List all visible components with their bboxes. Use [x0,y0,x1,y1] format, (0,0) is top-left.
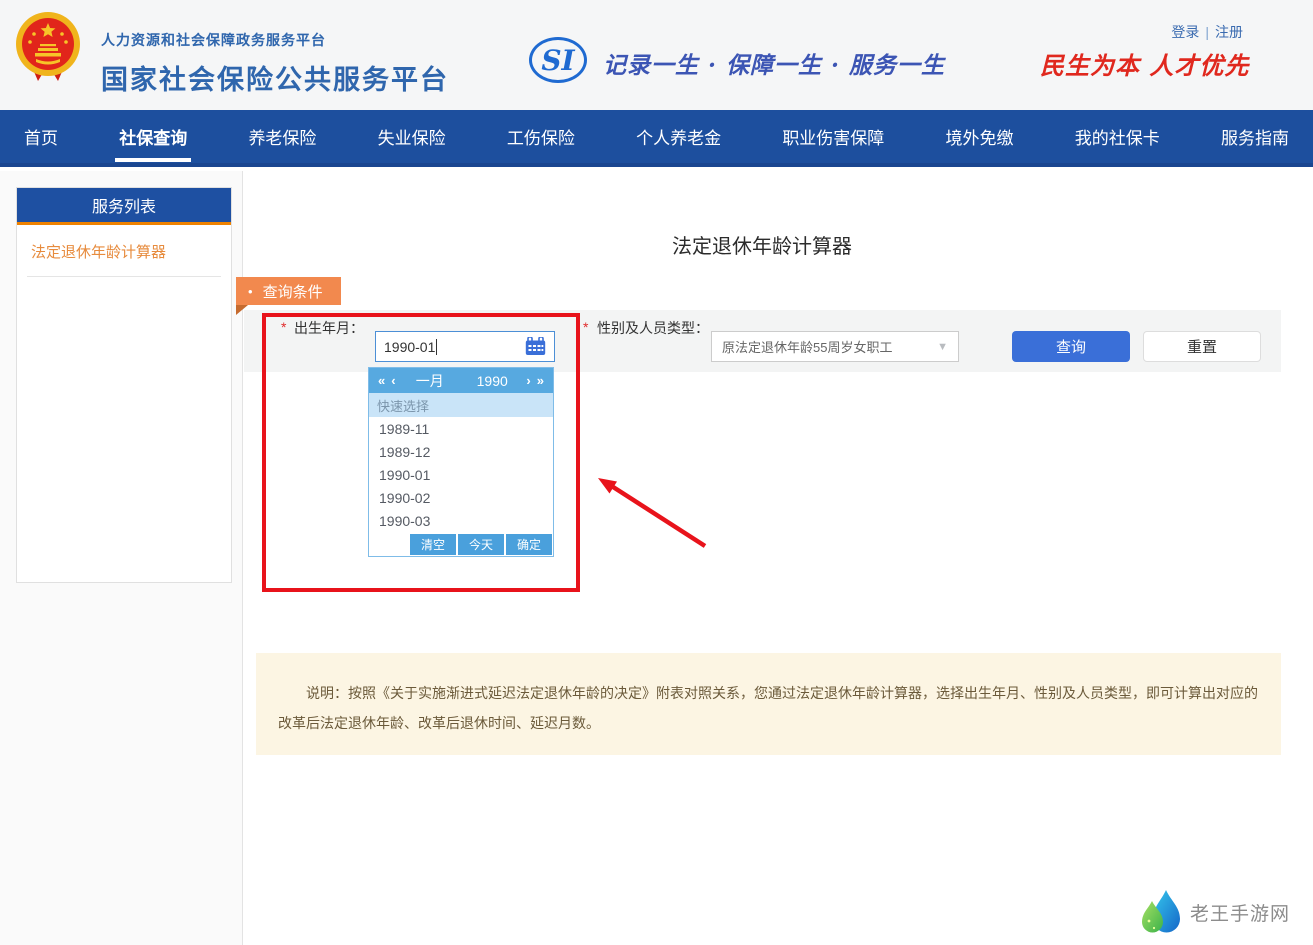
datepicker-month[interactable]: 一月 [399,371,461,391]
watermark-text: 老王手游网 [1190,899,1290,926]
person-type-value: 原法定退休年龄55周岁女职工 [722,337,892,356]
datepicker-option[interactable]: 1989-11 [369,417,553,440]
nav-item-7[interactable]: 境外免缴 [946,124,1014,149]
nav-item-5[interactable]: 个人养老金 [636,124,721,149]
datepicker-today-button[interactable]: 今天 [458,534,504,555]
person-type-label: 性别及人员类型： [597,318,709,338]
datepicker-option[interactable]: 1990-03 [369,509,553,532]
text-caret [436,339,437,355]
query-button[interactable]: 查询 [1012,331,1130,362]
bullet-icon: • [248,284,253,299]
required-mark: * [583,319,588,335]
auth-links: 登录 | 注册 [1171,22,1243,42]
sidebar: 服务列表 法定退休年龄计算器 [16,187,232,583]
si-logo-icon: SI [529,37,587,83]
nav-item-0[interactable]: 首页 [24,124,58,149]
nav-item-9[interactable]: 服务指南 [1221,124,1289,149]
person-type-select[interactable]: 原法定退休年龄55周岁女职工 ▼ [711,331,959,362]
login-link[interactable]: 登录 [1171,24,1199,40]
datepicker-footer: 清空 今天 确定 [369,532,553,556]
main-nav: 首页 社保查询 养老保险 失业保险 工伤保险 个人养老金 职业伤害保障 境外免缴 我的社保卡 服务… [0,110,1313,167]
national-emblem-icon [14,11,82,83]
birth-month-label: 出生年月： [294,318,364,338]
datepicker-year[interactable]: 1990 [461,373,523,389]
top-header: 人力资源和社会保障政务服务平台 国家社会保险公共服务平台 SI 记录一生 · 保… [0,0,1313,110]
datepicker-option[interactable]: 1989-12 [369,440,553,463]
sidebar-header: 服务列表 [17,188,231,225]
next-month-icon[interactable]: › [523,373,533,388]
prev-year-icon[interactable]: « [375,373,388,388]
platform-subtitle: 人力资源和社会保障政务服务平台 [101,30,449,50]
sidebar-divider [27,276,221,277]
notice-box: 说明：按照《关于实施渐进式延迟法定退休年龄的决定》附表对照关系，您通过法定退休年… [256,653,1281,755]
sidebar-item-retirement-calculator[interactable]: 法定退休年龄计算器 [17,225,231,276]
datepicker-quick-select[interactable]: 快速选择 [369,393,553,417]
watermark: 老王手游网 [1140,888,1290,936]
slogan-red: 民生为本 人才优先 [1040,46,1249,81]
datepicker-option[interactable]: 1990-02 [369,486,553,509]
birth-month-value: 1990-01 [384,339,435,355]
notice-text: 说明：按照《关于实施渐进式延迟法定退休年龄的决定》附表对照关系，您通过法定退休年… [256,653,1281,738]
annotation-arrow-icon [590,468,720,558]
prev-month-icon[interactable]: ‹ [388,373,398,388]
query-form: * 出生年月： 1990-01 * 性别及人员类型： 原法定退休年龄55周岁女职… [244,310,1281,372]
datepicker: « ‹ 一月 1990 › » 快速选择 1989-111989-121990-… [368,367,554,557]
slogan-blue: 记录一生 · 保障一生 · 服务一生 [603,46,945,80]
nav-item-2[interactable]: 养老保险 [248,124,316,149]
chevron-down-icon: ▼ [937,341,948,353]
required-mark: * [281,319,286,335]
calendar-icon[interactable] [525,337,546,356]
datepicker-options: 1989-111989-121990-011990-021990-03 [369,417,553,532]
nav-item-6[interactable]: 职业伤害保障 [782,124,884,149]
query-conditions-tag: • 查询条件 [236,277,341,305]
query-tag-label: 查询条件 [263,281,323,302]
datepicker-option[interactable]: 1990-01 [369,463,553,486]
page-title: 法定退休年龄计算器 [243,230,1281,259]
nav-item-4[interactable]: 工伤保险 [507,124,575,149]
page: 人力资源和社会保障政务服务平台 国家社会保险公共服务平台 SI 记录一生 · 保… [0,0,1313,945]
nav-item-3[interactable]: 失业保险 [378,124,446,149]
waterdrop-logo-icon [1140,888,1182,936]
reset-button[interactable]: 重置 [1143,331,1261,362]
brand-text: 人力资源和社会保障政务服务平台 国家社会保险公共服务平台 [101,30,449,97]
nav-item-1[interactable]: 社保查询 [119,124,187,149]
datepicker-clear-button[interactable]: 清空 [410,534,456,555]
datepicker-confirm-button[interactable]: 确定 [506,534,552,555]
left-column: 服务列表 法定退休年龄计算器 [0,171,243,945]
birth-month-input[interactable]: 1990-01 [375,331,555,362]
auth-separator: | [1205,24,1209,40]
next-year-icon[interactable]: » [534,373,547,388]
platform-title: 国家社会保险公共服务平台 [101,58,449,97]
register-link[interactable]: 注册 [1215,24,1243,40]
datepicker-header: « ‹ 一月 1990 › » [369,368,553,393]
nav-item-8[interactable]: 我的社保卡 [1075,124,1160,149]
